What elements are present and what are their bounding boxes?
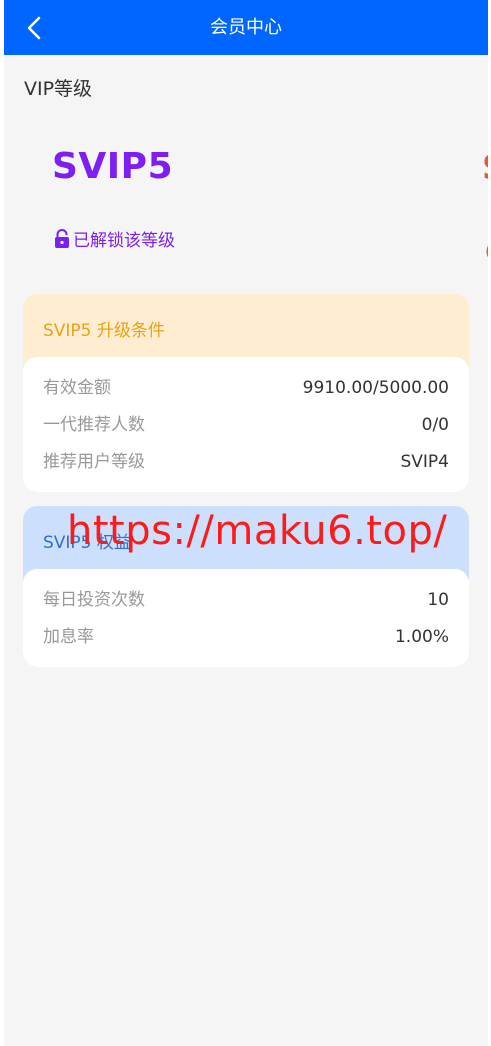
level-status: 已解锁该等级 (54, 226, 175, 251)
back-button[interactable] (18, 10, 54, 46)
benefits-body: 每日投资次数 10 加息率 1.00% (23, 569, 469, 667)
watermark-url: https://maku6.top/ (67, 508, 448, 554)
page-title: 会员中心 (210, 17, 282, 38)
row-label: 加息率 (43, 627, 94, 647)
list-item: 有效金额 9910.00/5000.00 (43, 376, 449, 400)
level-card-next-peek-status: ( (485, 242, 488, 262)
list-item: 每日投资次数 10 (43, 588, 449, 612)
upgrade-conditions-card: SVIP5 升级条件 有效金额 9910.00/5000.00 一代推荐人数 0… (23, 294, 469, 492)
list-item: 一代推荐人数 0/0 (43, 413, 449, 437)
row-value: SVIP4 (400, 452, 449, 472)
row-value: 1.00% (394, 627, 449, 647)
level-status-text: 已解锁该等级 (73, 231, 175, 251)
row-value: 9910.00/5000.00 (302, 378, 449, 398)
list-item: 加息率 1.00% (43, 625, 449, 649)
upgrade-conditions-body: 有效金额 9910.00/5000.00 一代推荐人数 0/0 推荐用户等级 S… (23, 357, 469, 492)
upgrade-conditions-title: SVIP5 升级条件 (43, 321, 165, 341)
row-value: 0/0 (421, 415, 449, 435)
level-carousel[interactable]: SVIP5 已解锁该等级 S ( (4, 130, 488, 280)
row-label: 一代推荐人数 (43, 415, 145, 435)
row-label: 每日投资次数 (43, 590, 145, 610)
vip-level-section-title: VIP等级 (24, 78, 93, 100)
level-name: SVIP5 (52, 146, 174, 187)
row-value: 10 (427, 590, 449, 610)
page: 会员中心 VIP等级 SVIP5 已解锁该等级 S ( SVIP5 升级条件 有… (4, 0, 488, 1046)
lock-open-icon (55, 229, 69, 248)
chevron-left-icon (27, 16, 41, 40)
header-bar: 会员中心 (4, 0, 488, 55)
row-label: 推荐用户等级 (43, 452, 145, 472)
level-card-next-peek[interactable]: S (482, 148, 488, 188)
list-item: 推荐用户等级 SVIP4 (43, 450, 449, 474)
row-label: 有效金额 (43, 378, 111, 398)
level-card-current[interactable]: SVIP5 (52, 146, 173, 187)
